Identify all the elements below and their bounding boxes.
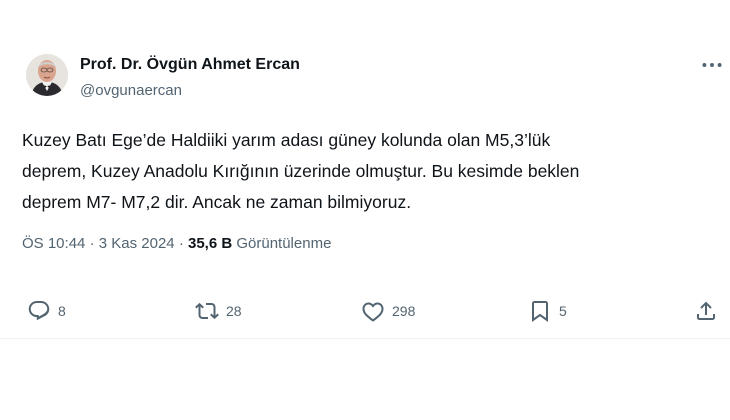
like-button[interactable]: 298 bbox=[361, 298, 415, 324]
bookmark-icon bbox=[532, 301, 548, 322]
author-name[interactable]: Prof. Dr. Övgün Ahmet Ercan bbox=[80, 56, 300, 74]
tweet-time[interactable]: ÖS 10:44 bbox=[22, 235, 85, 252]
tweet-meta: ÖS 10:44 · 3 Kas 2024 · 35,6 B Görüntüle… bbox=[22, 235, 331, 252]
reply-count: 8 bbox=[58, 303, 66, 319]
reply-button[interactable]: 8 bbox=[27, 298, 66, 324]
share-button[interactable] bbox=[694, 298, 718, 324]
avatar-photo bbox=[26, 54, 68, 96]
repost-icon bbox=[195, 302, 219, 320]
meta-separator: · bbox=[178, 235, 184, 252]
like-count: 298 bbox=[392, 303, 416, 319]
action-bar: 8 28 298 5 bbox=[0, 298, 730, 326]
meta-separator: · bbox=[89, 235, 95, 252]
repost-count: 28 bbox=[226, 303, 242, 319]
views-count: 35,6 B bbox=[187, 235, 233, 252]
reply-icon bbox=[28, 301, 50, 321]
bookmark-button[interactable]: 5 bbox=[528, 298, 567, 324]
heart-icon bbox=[362, 302, 384, 322]
tweet-card: Prof. Dr. Övgün Ahmet Ercan @ovgunaercan… bbox=[0, 32, 730, 339]
views-label[interactable]: Görüntülenme bbox=[236, 235, 331, 252]
bookmark-count: 5 bbox=[559, 303, 567, 319]
avatar[interactable] bbox=[26, 54, 68, 96]
author-handle[interactable]: @ovgunaercan bbox=[80, 82, 182, 99]
share-icon bbox=[697, 301, 715, 320]
more-button[interactable] bbox=[699, 52, 725, 78]
tweet-date[interactable]: 3 Kas 2024 bbox=[99, 235, 175, 252]
repost-button[interactable]: 28 bbox=[195, 298, 242, 324]
tweet-text: Kuzey Batı Ege’de Haldiiki yarım adası g… bbox=[22, 130, 580, 212]
more-icon bbox=[702, 63, 722, 67]
